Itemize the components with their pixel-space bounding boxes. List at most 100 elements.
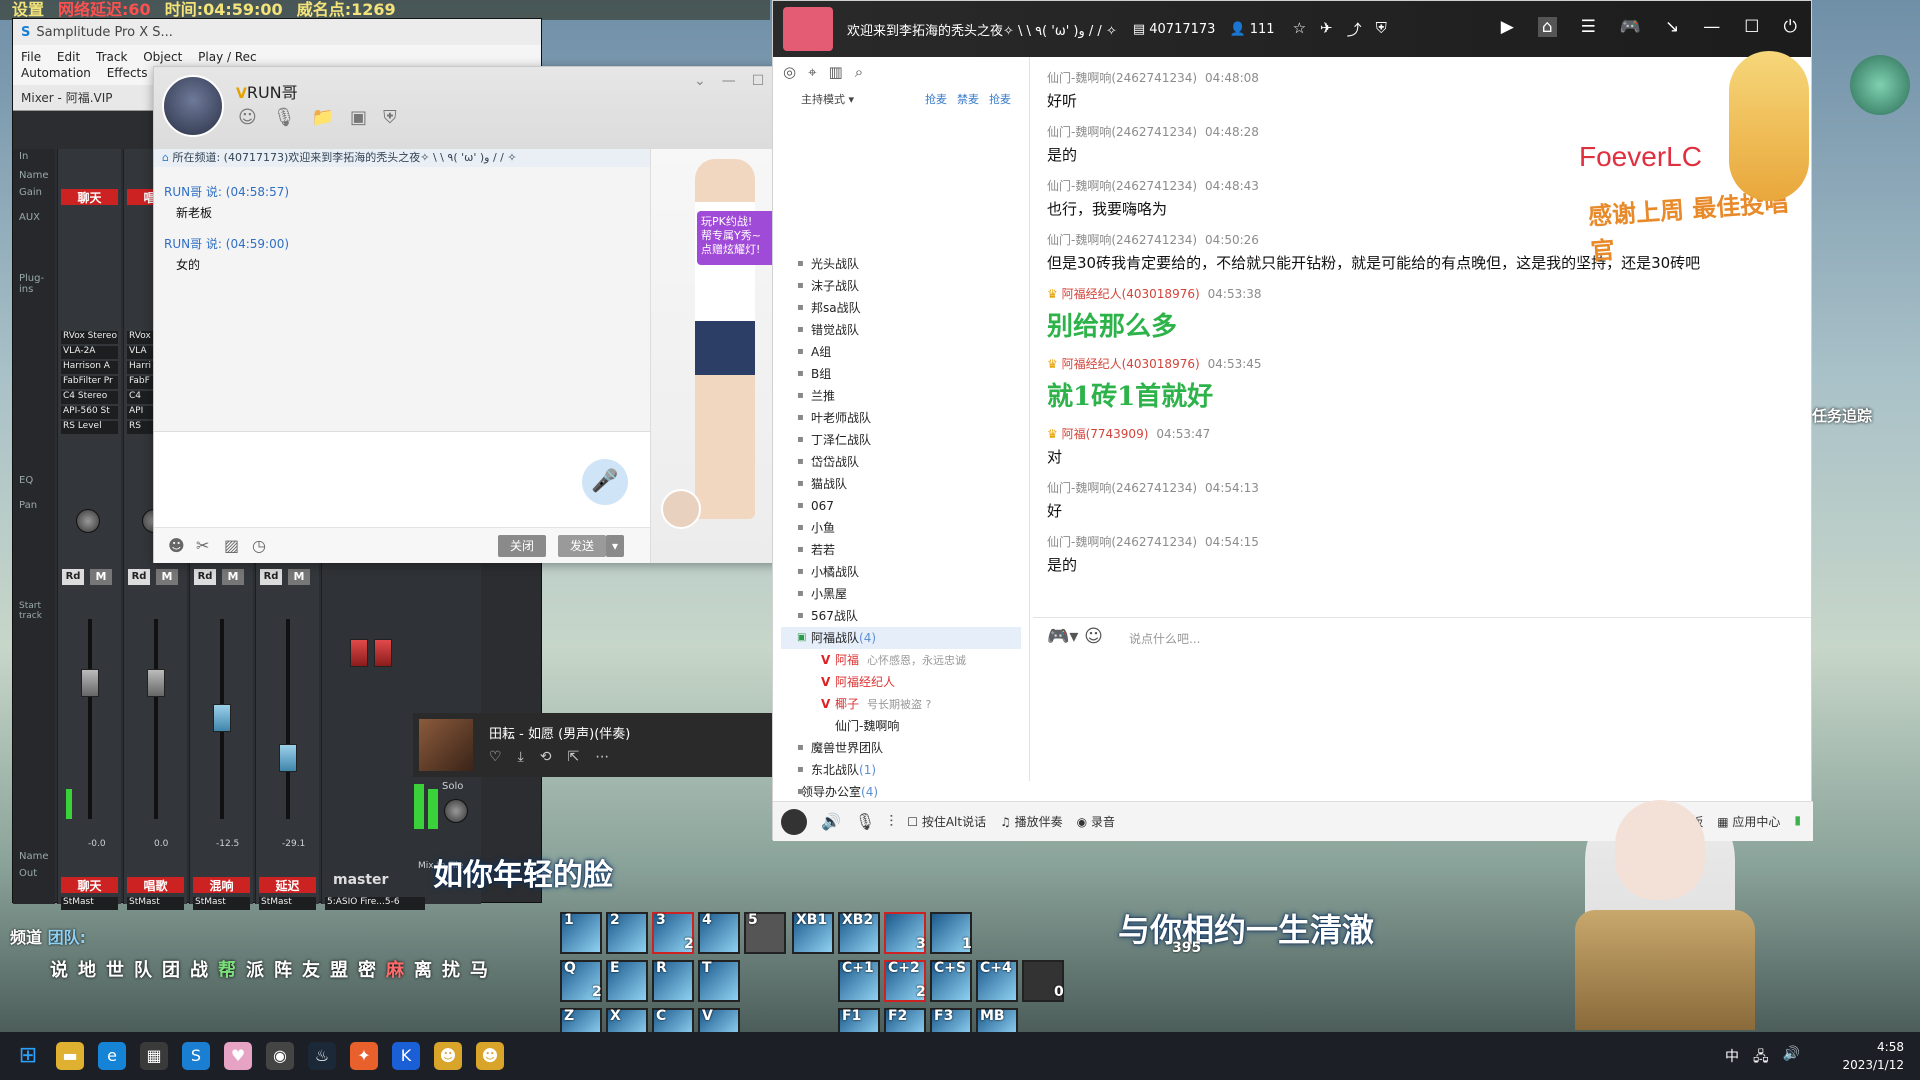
star-icon[interactable]: ☆ — [1293, 19, 1306, 40]
volume-icon[interactable]: 🔊 — [1783, 1046, 1800, 1070]
output-select[interactable]: StMast — [127, 897, 184, 910]
mute-button[interactable]: M — [90, 569, 112, 585]
chat-message-header[interactable]: ♛ 阿福经纪人(403018976) 04:53:45 — [1047, 355, 1811, 372]
plugin-slot[interactable]: FabFilter Pr — [61, 376, 118, 389]
member-row[interactable]: 仙门-魏啊响 — [781, 715, 1021, 737]
tree-node[interactable]: 若若 — [781, 539, 1021, 561]
skill-slot[interactable]: C+2 2 — [884, 960, 926, 1002]
plugin-slot[interactable]: RVox Stereo — [61, 331, 118, 344]
output-select[interactable]: StMast — [259, 897, 316, 910]
asio-output[interactable]: 5:ASIO Fire...5-6 — [325, 897, 425, 910]
channel-tab[interactable]: 派 — [246, 956, 264, 982]
pk-promo-tag[interactable]: 玩PK约战! 帮专属Y秀~ 点赠炫耀灯! — [697, 211, 775, 265]
fader-handle[interactable] — [147, 669, 165, 697]
menu-file[interactable]: File — [21, 50, 41, 64]
tree-node[interactable]: 邦sa战队 — [781, 297, 1021, 319]
menu-automation[interactable]: Automation — [21, 66, 91, 80]
channel-tab[interactable]: 世 — [106, 956, 124, 982]
tree-node[interactable]: A组 — [781, 341, 1021, 363]
skill-slot[interactable]: 3 — [884, 912, 926, 954]
headset-icon[interactable]: ◎ — [783, 63, 796, 81]
skill-slot[interactable]: C+1 — [838, 960, 880, 1002]
record-button[interactable]: Rd — [128, 569, 150, 585]
channel-tab[interactable]: 盟 — [330, 956, 348, 982]
mute-button[interactable]: M — [222, 569, 244, 585]
tree-node[interactable]: 猫战队 — [781, 473, 1021, 495]
skill-slot[interactable]: 1 — [930, 912, 972, 954]
windows-start-icon[interactable]: ⊞ — [14, 1042, 42, 1070]
channel-tab[interactable]: 阵 — [274, 956, 292, 982]
gamepad-icon[interactable]: 🎮▾ ☺ — [1047, 626, 1103, 647]
plugin-slot[interactable]: C4 Stereo — [61, 391, 118, 404]
small-avatar[interactable] — [661, 489, 701, 529]
menu-effects[interactable]: Effects — [107, 66, 148, 80]
tree-node[interactable]: 魔兽世界团队 — [781, 737, 1021, 759]
channel-tab[interactable]: 马 — [470, 956, 488, 982]
tree-node[interactable]: B组 — [781, 363, 1021, 385]
face-icon[interactable]: ☻ — [168, 536, 185, 555]
tree-node[interactable]: 岱岱战队 — [781, 451, 1021, 473]
skill-slot[interactable]: 5 — [744, 912, 786, 954]
menu-play-rec[interactable]: Play / Rec — [198, 50, 256, 64]
tree-node[interactable]: 东北战队(1) — [781, 759, 1021, 781]
menu-object[interactable]: Object — [143, 50, 182, 64]
steam-icon[interactable]: ♨ — [308, 1042, 336, 1070]
channel-tab[interactable]: 麻 — [386, 956, 404, 982]
tree-node[interactable]: 567战队 — [781, 605, 1021, 627]
minimap-icon[interactable] — [1850, 55, 1910, 115]
grab-mic-link[interactable]: 抢麦 — [925, 91, 947, 107]
skill-slot[interactable]: 1 — [560, 912, 602, 954]
fader-handle[interactable] — [81, 669, 99, 697]
tree-node[interactable]: 丁泽仁战队 — [781, 429, 1021, 451]
channel-tab[interactable]: 战 — [190, 956, 208, 982]
mode-select[interactable]: 主持模式 ▾ — [801, 91, 854, 107]
channel-tab[interactable]: 密 — [358, 956, 376, 982]
member-row[interactable]: V 椰子 号长期被盗 ? — [781, 693, 1021, 715]
location-icon[interactable]: ⌖ — [808, 63, 816, 81]
channel-tab[interactable]: 友 — [302, 956, 320, 982]
tree-node[interactable]: 小鱼 — [781, 517, 1021, 539]
minimize-icon[interactable]: — — [722, 73, 736, 89]
channel-name[interactable]: 聊天 — [61, 189, 118, 205]
channel-tab[interactable]: 说 — [50, 956, 68, 982]
contact-name[interactable]: VRUN哥 — [236, 79, 298, 103]
share-icon[interactable]: ⤴ — [1347, 19, 1362, 40]
skill-slot[interactable]: Q2 — [560, 960, 602, 1002]
channel-name-bottom[interactable]: 混响 — [193, 877, 250, 893]
tree-node-selected[interactable]: 阿福战队(4) — [781, 627, 1021, 649]
chevron-down-icon[interactable]: ⌄ — [694, 73, 706, 89]
tree-node[interactable]: 小橘战队 — [781, 561, 1021, 583]
plane-icon[interactable]: ✈ — [1320, 19, 1333, 40]
skill-slot[interactable]: XB1 — [792, 912, 834, 954]
record-button[interactable]: Rd — [194, 569, 216, 585]
folder-icon[interactable]: 📁 — [312, 107, 334, 128]
shield-icon[interactable]: ⛨ — [1376, 19, 1387, 40]
tree-node[interactable]: 领导办公室(4) — [781, 781, 1021, 803]
plugin-slot[interactable]: API-560 St — [61, 406, 118, 419]
plugin-slot[interactable]: Harrison A — [61, 361, 118, 374]
fader-handle[interactable] — [279, 744, 297, 772]
chat-input-area[interactable]: 🎮▾ ☺ 说点什么吧... — [1033, 617, 1811, 781]
microphone-icon[interactable]: 🎙 — [855, 812, 875, 831]
share-icon[interactable]: ⇱ — [568, 749, 580, 765]
chat-message-header[interactable]: 仙门-魏啊响(2462741234) 04:54:13 — [1047, 479, 1811, 496]
channel-tab[interactable]: 团 — [162, 956, 180, 982]
heart-icon[interactable]: ♡ — [489, 749, 502, 765]
channel-tab[interactable]: 地 — [78, 956, 96, 982]
contact-avatar[interactable] — [162, 75, 224, 137]
samplitude-icon[interactable]: S — [182, 1042, 210, 1070]
edge-icon[interactable]: e — [98, 1042, 126, 1070]
member-row[interactable]: V 阿福 心怀感恩，永远忠诚 — [781, 649, 1021, 671]
output-select[interactable]: StMast — [193, 897, 250, 910]
speaker-icon[interactable]: 🔊 — [821, 812, 841, 831]
skill-slot[interactable]: R — [652, 960, 694, 1002]
more-icon[interactable]: ⋯ — [595, 749, 609, 765]
user-avatar-icon[interactable] — [781, 808, 807, 835]
image-icon[interactable]: ▨ — [224, 536, 239, 555]
yy-icon[interactable]: ☻ — [434, 1042, 462, 1070]
shield-icon[interactable]: ⛨ — [383, 107, 397, 128]
voice-input-icon[interactable]: 🎤 — [582, 459, 628, 505]
channel-name-bottom[interactable]: 聊天 — [61, 877, 118, 893]
channel-tab[interactable]: 离 — [414, 956, 432, 982]
plugin-slot[interactable]: VLA-2A — [61, 346, 118, 359]
